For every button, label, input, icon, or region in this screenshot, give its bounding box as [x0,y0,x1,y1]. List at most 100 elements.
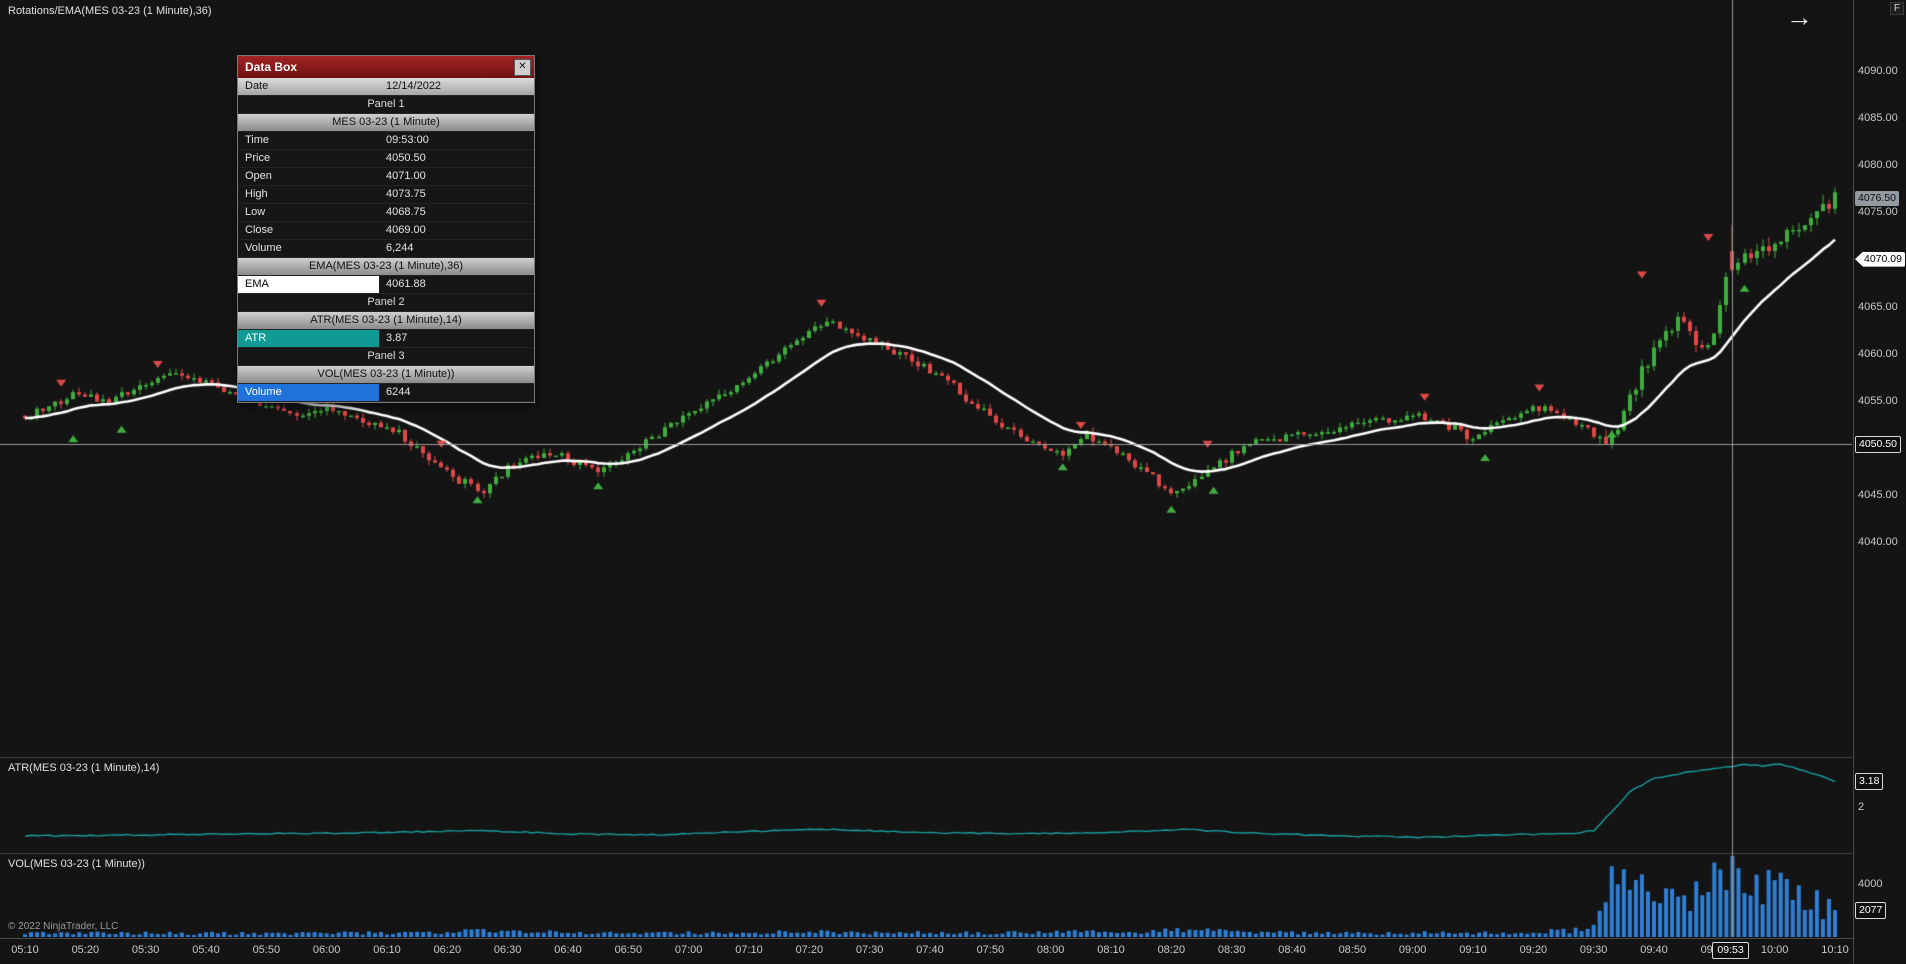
atr-axis-label: 2 [1858,800,1865,813]
time-axis-label: 08:40 [1278,944,1306,956]
vol-axis-label: 4000 [1858,878,1883,891]
data-box-title: Data Box [245,60,298,74]
price-axis[interactable]: F 4090.00 4085.00 4080.00 4075.00 4065.00 406… [1853,0,1906,963]
databox-section-label: ATR(MES 03-23 (1 Minute),14) [310,314,462,326]
time-axis-label: 10:10 [1821,944,1849,956]
databox-row-mes-03-23-1-minute-: MES 03-23 (1 Minute) [238,114,534,132]
time-axis-label: 07:00 [674,944,703,956]
databox-row-date: Date 12/14/2022 [238,78,534,96]
databox-field-label: Date [245,80,269,92]
time-axis-label: 08:20 [1157,944,1186,956]
price-axis-label: 4075.00 [1858,206,1898,219]
time-axis-label: 05:20 [71,944,100,956]
data-box-titlebar[interactable]: Data Box ✕ [238,56,534,78]
databox-field-label: Price [245,152,271,164]
databox-row-volume: Volume 6244 [238,384,534,402]
time-axis-label: 06:30 [493,944,522,956]
time-axis-label: 08:00 [1036,944,1065,956]
time-axis-label: 05:50 [252,944,281,956]
databox-row-volume: Volume 6,244 [238,240,534,258]
databox-field-label: High [245,188,268,200]
databox-field-value: 6244 [386,386,411,398]
databox-row-panel-3: Panel 3 [238,348,534,366]
databox-field-label: Volume [245,242,282,254]
databox-field-label: Close [245,224,274,236]
crosshair-price-marker: 4050.50 [1855,435,1901,453]
time-axis-label: 08:30 [1217,944,1246,956]
databox-section-label: MES 03-23 (1 Minute) [332,116,440,128]
time-axis-label: 05:40 [192,944,220,956]
time-axis-label: 06:40 [554,944,582,956]
databox-row-ema: EMA 4061.88 [238,276,534,294]
time-axis-label: 09:00 [1398,944,1427,956]
time-axis-label: 09:40 [1640,944,1668,956]
databox-row-time: Time 09:53:00 [238,132,534,150]
time-axis-label: 09:30 [1579,944,1608,956]
time-axis-label: 07:10 [735,944,763,956]
time-axis-label: 06:00 [312,944,341,956]
time-axis-label: 08:10 [1097,944,1125,956]
databox-field-value: 4061.88 [386,278,426,290]
close-icon[interactable]: ✕ [514,59,531,76]
databox-section-label: Panel 3 [367,350,405,362]
databox-row-atr-mes-03-23-1-minute-14-: ATR(MES 03-23 (1 Minute),14) [238,312,534,330]
price-axis-label: 4085.00 [1858,112,1898,125]
price-axis-label: 4080.00 [1858,159,1898,172]
databox-field-value: 4073.75 [386,188,426,200]
databox-field-label: ATR [238,330,379,347]
time-axis-label: 05:10 [11,944,39,956]
volume-value-marker: 2077 [1855,902,1887,920]
time-axis[interactable]: 05:10 05:20 05:30 05:40 05:50 06:00 06:10 06:20… [0,938,1853,964]
databox-field-value: 6,244 [386,242,414,254]
databox-row-vol-mes-03-23-1-minute-: VOL(MES 03-23 (1 Minute)) [238,366,534,384]
databox-field-value: 3.87 [386,332,408,344]
data-box-rows: Date 12/14/2022 Panel 1 MES 03-23 (1 Minute… [238,78,534,402]
arrow-annotation-icon[interactable]: → [1786,2,1813,33]
databox-row-panel-2: Panel 2 [238,294,534,312]
atr-value-marker: 3.18 [1855,773,1884,791]
copyright: © 2022 NinjaTrader, LLC [8,921,119,932]
chart-title: Rotations/EMA(MES 03-23 (1 Minute),36) [8,5,212,17]
databox-field-label: EMA [238,276,379,293]
databox-field-value: 09:53:00 [386,134,429,146]
time-axis-label: 07:30 [855,944,884,956]
time-axis-label: 07:40 [916,944,944,956]
databox-row-low: Low 4068.75 [238,204,534,222]
last-price-marker: 4076.50 [1855,191,1899,207]
time-axis-label: 09:10 [1459,944,1487,956]
databox-field-label: Volume [238,384,379,401]
databox-section-label: Panel 1 [367,98,405,110]
databox-field-value: 4050.50 [386,152,426,164]
databox-row-close: Close 4069.00 [238,222,534,240]
time-axis-label: 08:50 [1338,944,1367,956]
databox-field-label: Low [245,206,266,218]
databox-field-value: 4071.00 [386,170,426,182]
databox-section-label: EMA(MES 03-23 (1 Minute),36) [308,260,464,272]
window-control-f[interactable]: F [1889,2,1904,15]
time-axis-label: 06:20 [433,944,462,956]
databox-row-open: Open 4071.00 [238,168,534,186]
databox-section-label: VOL(MES 03-23 (1 Minute)) [317,368,455,380]
time-axis-label: 07:20 [795,944,824,956]
time-axis-label: 06:10 [373,944,401,956]
price-axis-label: 4055.00 [1858,394,1898,407]
price-axis-label: 4045.00 [1858,488,1898,501]
databox-section-label: Panel 2 [367,296,405,308]
data-box-window[interactable]: Data Box ✕ Date 12/14/2022 Panel 1 MES 03-2… [237,55,535,403]
databox-field-value: 4068.75 [386,206,426,218]
databox-row-panel-1: Panel 1 [238,96,534,114]
atr-panel-label: ATR(MES 03-23 (1 Minute),14) [8,762,160,774]
price-axis-label: 4065.00 [1858,300,1898,313]
databox-row-high: High 4073.75 [238,186,534,204]
databox-row-price: Price 4050.50 [238,150,534,168]
databox-field-value: 4069.00 [386,224,426,236]
time-axis-label: 10:00 [1760,944,1789,956]
databox-row-ema-mes-03-23-1-minute-36-: EMA(MES 03-23 (1 Minute),36) [238,258,534,276]
ema-value-marker: 4070.09 [1855,251,1905,267]
price-axis-label: 4090.00 [1858,65,1898,78]
databox-field-label: Open [245,170,272,182]
price-axis-label: 4040.00 [1858,535,1898,548]
time-axis-label: 07:50 [976,944,1005,956]
time-axis-label: 05:30 [131,944,160,956]
crosshair-time-marker: 09:53 [1712,942,1749,959]
